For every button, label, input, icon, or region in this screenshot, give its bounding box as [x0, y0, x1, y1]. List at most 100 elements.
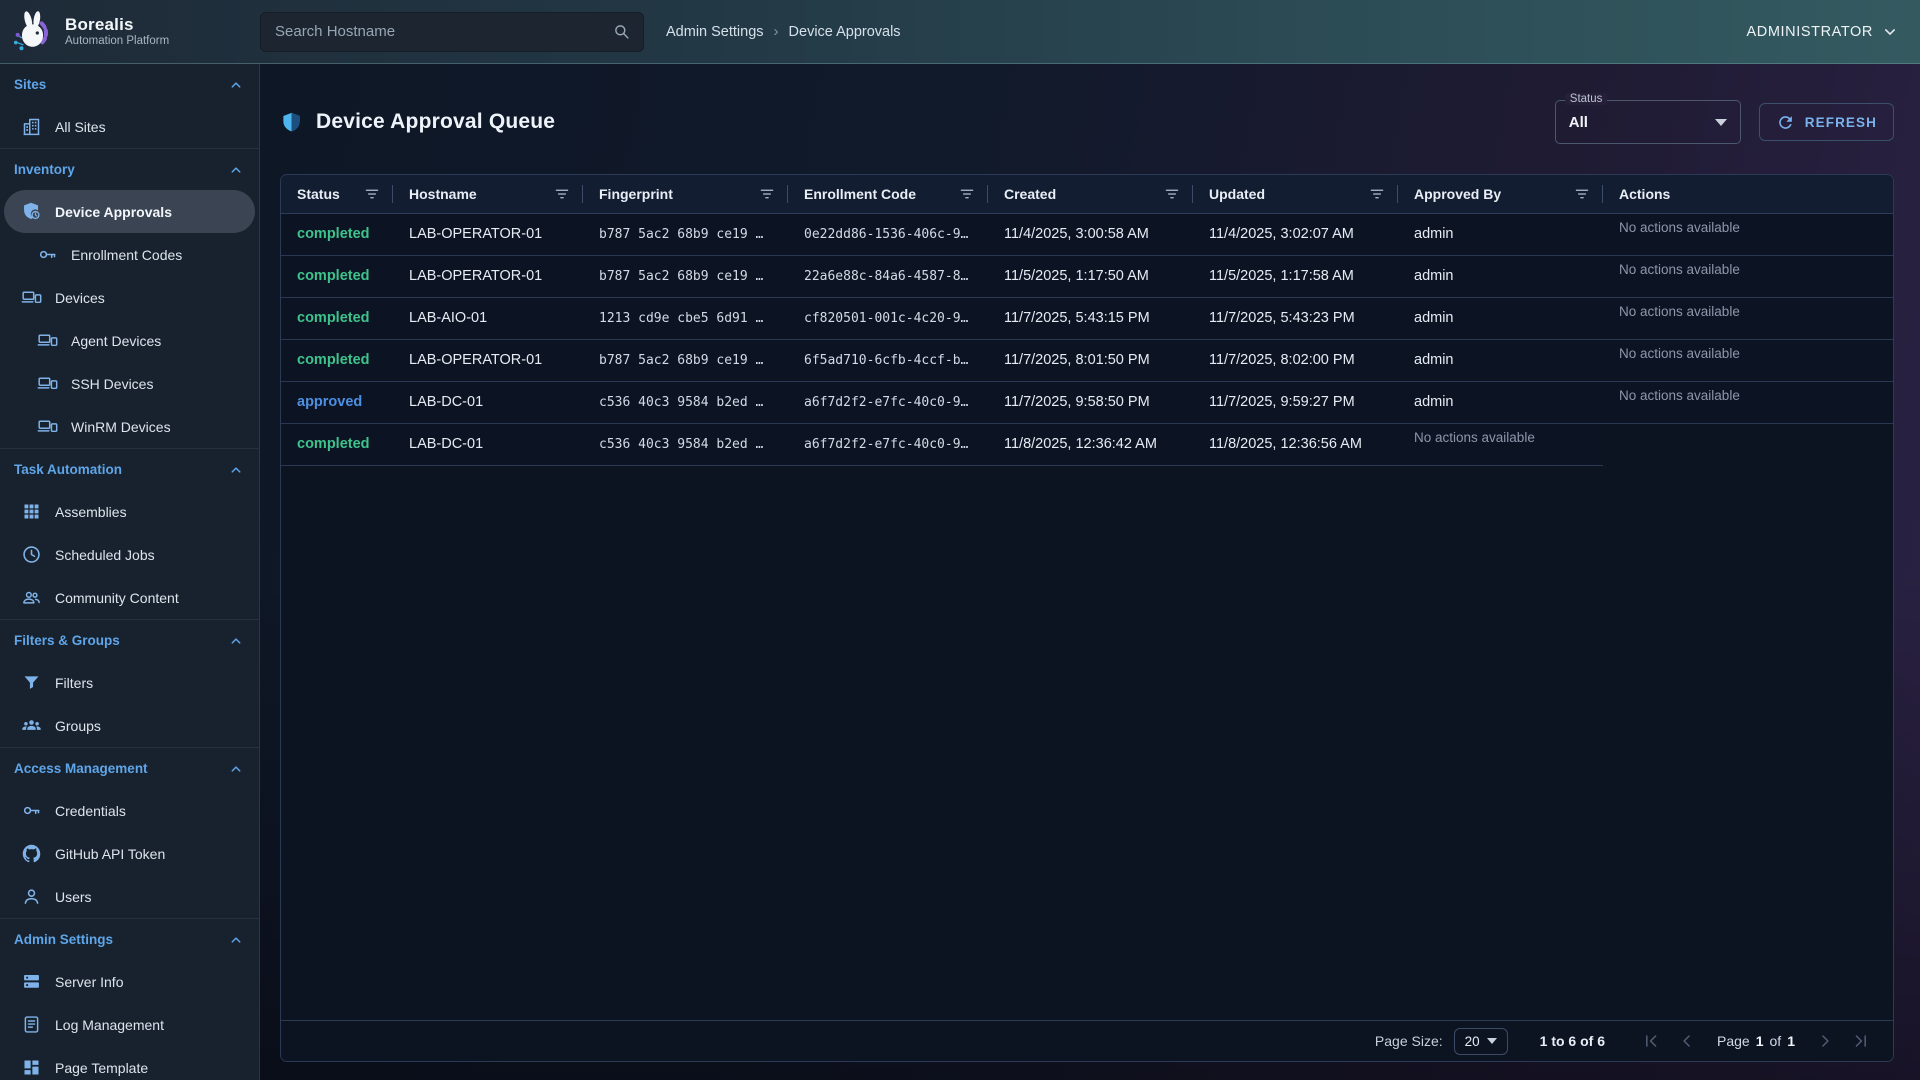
column-header-enrollment-code[interactable]: Enrollment Code — [788, 175, 988, 213]
last-page-button[interactable] — [1851, 1031, 1871, 1051]
filter-icon[interactable] — [958, 185, 976, 203]
updated-cell: 11/7/2025, 5:43:23 PM — [1193, 297, 1398, 339]
status-cell: completed — [281, 297, 393, 339]
column-header-updated[interactable]: Updated — [1193, 175, 1398, 213]
status-cell: completed — [281, 213, 393, 255]
devices-icon — [37, 416, 58, 437]
enrollment-code-cell: 22a6e88c-84a6-4587-8… — [788, 255, 988, 297]
updated-cell: 11/7/2025, 9:59:27 PM — [1193, 381, 1398, 423]
sidebar-item-community-content[interactable]: Community Content — [0, 576, 259, 619]
status-cell: approved — [281, 381, 393, 423]
search-input[interactable] — [273, 22, 612, 41]
enrollment-code-cell: 6f5ad710-6cfb-4ccf-b… — [788, 339, 988, 381]
sidebar-item-all-sites[interactable]: All Sites — [0, 105, 259, 148]
sidebar-section-header-sites[interactable]: Sites — [0, 64, 259, 105]
sidebar-section-header-task-automation[interactable]: Task Automation — [0, 449, 259, 490]
brand-title: Borealis — [65, 15, 169, 35]
sidebar-item-ssh-devices[interactable]: SSH Devices — [0, 362, 259, 405]
sidebar-section-header-access-management[interactable]: Access Management — [0, 748, 259, 789]
search-icon[interactable] — [612, 22, 631, 41]
created-cell: 11/4/2025, 3:00:58 AM — [988, 213, 1193, 255]
dropdown-arrow-icon — [1715, 119, 1727, 126]
grid-icon — [21, 501, 42, 522]
sidebar-section-filters-groups: Filters & Groups Filters Groups — [0, 619, 259, 747]
sidebar-item-assemblies[interactable]: Assemblies — [0, 490, 259, 533]
actions-cell: No actions available — [1603, 297, 1893, 339]
hostname-cell: LAB-DC-01 — [393, 381, 583, 423]
sidebar-section-task-automation: Task Automation Assemblies Scheduled Job… — [0, 448, 259, 619]
row-range-indicator: 1 to 6 of 6 — [1540, 1033, 1605, 1049]
column-header-approved-by[interactable]: Approved By — [1398, 175, 1603, 213]
filter-icon[interactable] — [1163, 185, 1181, 203]
sidebar-item-groups[interactable]: Groups — [0, 704, 259, 747]
sidebar-item-log-management[interactable]: Log Management — [0, 1003, 259, 1046]
first-page-button[interactable] — [1641, 1031, 1661, 1051]
search-box[interactable] — [260, 12, 644, 52]
breadcrumb-separator: › — [774, 23, 779, 40]
created-cell: 11/7/2025, 8:01:50 PM — [988, 339, 1193, 381]
enrollment-code-cell: a6f7d2f2-e7fc-40c0-9… — [788, 423, 988, 465]
column-header-status[interactable]: Status — [281, 175, 393, 213]
sidebar-section-header-filters-groups[interactable]: Filters & Groups — [0, 620, 259, 661]
breadcrumb-admin-settings[interactable]: Admin Settings — [666, 24, 764, 40]
status-filter-select[interactable]: Status All — [1555, 100, 1741, 144]
column-header-actions: Actions — [1603, 175, 1893, 213]
column-header-hostname[interactable]: Hostname — [393, 175, 583, 213]
user-menu-label: ADMINISTRATOR — [1747, 24, 1874, 40]
sidebar-item-scheduled-jobs[interactable]: Scheduled Jobs — [0, 533, 259, 576]
refresh-icon — [1776, 113, 1795, 132]
table-row: completed LAB-DC-01 c536 40c3 9584 b2ed … — [281, 423, 1893, 465]
enrollment-code-cell: a6f7d2f2-e7fc-40c0-9… — [788, 381, 988, 423]
sidebar-section-header-inventory[interactable]: Inventory — [0, 149, 259, 190]
sidebar-item-server-info[interactable]: Server Info — [0, 960, 259, 1003]
brand-link[interactable]: Borealis Automation Platform — [0, 9, 260, 55]
chevron-up-icon — [227, 632, 245, 650]
column-header-fingerprint[interactable]: Fingerprint — [583, 175, 788, 213]
chevron-up-icon — [227, 931, 245, 949]
devices-icon — [21, 287, 42, 308]
sidebar-item-devices[interactable]: Devices — [0, 276, 259, 319]
pagination-bar: Page Size: 20 1 to 6 of 6 Page 1 of 1 — [281, 1020, 1893, 1061]
table-empty-area — [281, 466, 1893, 1021]
sidebar-item-agent-devices[interactable]: Agent Devices — [0, 319, 259, 362]
sidebar-item-filters[interactable]: Filters — [0, 661, 259, 704]
page-size-select[interactable]: 20 — [1454, 1028, 1508, 1055]
fingerprint-cell: b787 5ac2 68b9 ce19 … — [583, 339, 788, 381]
actions-cell: No actions available — [1398, 423, 1603, 465]
chevron-up-icon — [227, 161, 245, 179]
filter-icon[interactable] — [1573, 185, 1591, 203]
breadcrumb-device-approvals[interactable]: Device Approvals — [789, 24, 901, 40]
approved-by-cell: admin — [1398, 381, 1603, 423]
sidebar-section-access-management: Access Management Credentials GitHub API… — [0, 747, 259, 918]
chevron-up-icon — [227, 76, 245, 94]
user-menu[interactable]: ADMINISTRATOR — [1747, 22, 1901, 42]
approved-by-cell: admin — [1398, 213, 1603, 255]
hostname-cell: LAB-DC-01 — [393, 423, 583, 465]
sidebar-item-winrm-devices[interactable]: WinRM Devices — [0, 405, 259, 448]
sidebar-item-credentials[interactable]: Credentials — [0, 789, 259, 832]
approved-by-cell: admin — [1398, 255, 1603, 297]
table-row: approved LAB-DC-01 c536 40c3 9584 b2ed …… — [281, 381, 1893, 423]
sidebar-item-enrollment-codes[interactable]: Enrollment Codes — [0, 233, 259, 276]
filter-icon[interactable] — [1368, 185, 1386, 203]
filter-icon[interactable] — [363, 185, 381, 203]
sidebar-section-header-admin-settings[interactable]: Admin Settings — [0, 919, 259, 960]
column-header-created[interactable]: Created — [988, 175, 1193, 213]
previous-page-button[interactable] — [1677, 1031, 1697, 1051]
updated-cell: 11/4/2025, 3:02:07 AM — [1193, 213, 1398, 255]
shield-clock-icon — [21, 201, 42, 222]
sidebar-item-page-template[interactable]: Page Template — [0, 1046, 259, 1080]
filter-icon[interactable] — [553, 185, 571, 203]
sidebar-item-users[interactable]: Users — [0, 875, 259, 918]
sidebar-section-inventory: Inventory Device Approvals Enrollment Co… — [0, 148, 259, 448]
refresh-button[interactable]: REFRESH — [1759, 103, 1894, 141]
table-row: completed LAB-AIO-01 1213 cd9e cbe5 6d91… — [281, 297, 1893, 339]
sidebar-item-github-api-token[interactable]: GitHub API Token — [0, 832, 259, 875]
sidebar-item-device-approvals[interactable]: Device Approvals — [4, 190, 255, 233]
main-content: Device Approval Queue Status All REFRESH — [260, 64, 1920, 1080]
filter-icon[interactable] — [758, 185, 776, 203]
clock-icon — [21, 544, 42, 565]
next-page-button[interactable] — [1815, 1031, 1835, 1051]
github-icon — [21, 843, 42, 864]
page-indicator: Page 1 of 1 — [1717, 1033, 1795, 1049]
